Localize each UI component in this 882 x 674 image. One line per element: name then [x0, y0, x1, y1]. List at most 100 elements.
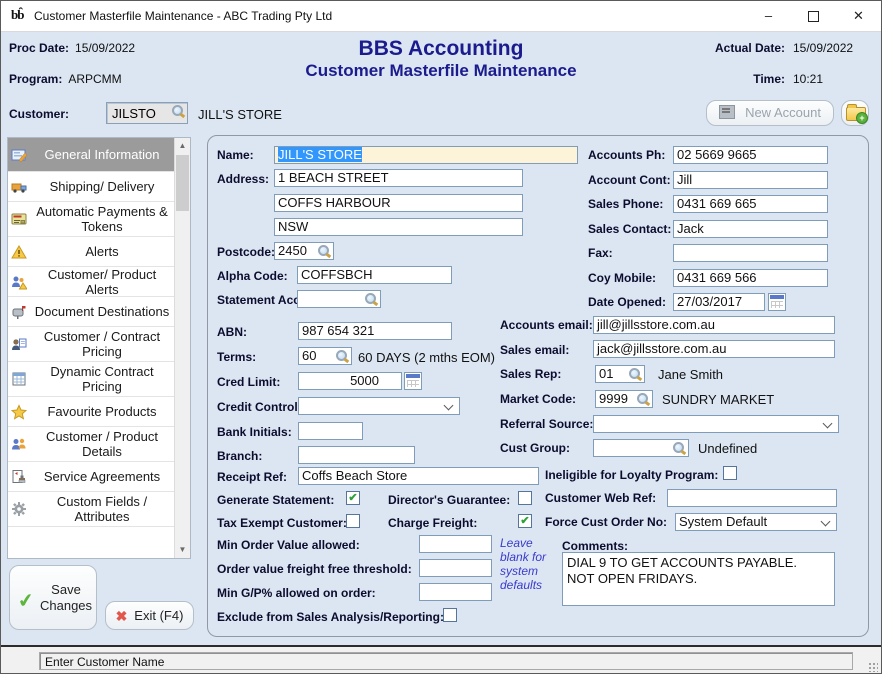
sidebar-item-document-destinations[interactable]: Document Destinations [8, 297, 176, 327]
folder-add-icon [846, 107, 866, 121]
referral-source-label: Referral Source: [500, 417, 593, 431]
new-account-button[interactable]: New Account [706, 100, 834, 126]
statement-acc-search-icon[interactable] [362, 292, 379, 306]
terms-search-icon[interactable] [333, 349, 350, 363]
postcode-search-icon[interactable] [315, 244, 332, 258]
fax-input[interactable] [673, 244, 828, 262]
status-message: Enter Customer Name [39, 652, 853, 670]
sidebar: General Information Shipping/ Delivery A… [7, 137, 191, 559]
sidebar-item-label: Customer / Contract Pricing [30, 329, 174, 359]
form-edit-icon [11, 147, 27, 163]
accounts-ph-input[interactable]: 02 5669 9665 [673, 146, 828, 164]
cust-group-search-icon[interactable] [670, 441, 687, 455]
sidebar-item-general-information[interactable]: General Information [8, 138, 176, 172]
receipt-ref-input[interactable]: Coffs Beach Store [298, 467, 539, 485]
postcode-input[interactable]: 2450 [274, 242, 334, 260]
force-cust-order-value: System Default [679, 514, 767, 529]
save-changes-button[interactable]: ✔ Save Changes [9, 565, 97, 630]
coy-mobile-input[interactable]: 0431 669 566 [673, 269, 828, 287]
ineligible-loyalty-checkbox[interactable] [723, 466, 737, 480]
cred-limit-input[interactable]: 5000 [298, 372, 402, 390]
name-input[interactable]: JILL'S STORE [274, 146, 578, 164]
sales-phone-input[interactable]: 0431 669 665 [673, 195, 828, 213]
account-cont-input[interactable]: Jill [673, 171, 828, 189]
sidebar-scrollbar[interactable]: ▲ ▼ [174, 138, 190, 558]
sidebar-item-label: Document Destinations [35, 304, 169, 319]
truck-icon [11, 179, 27, 195]
document-stamp-icon [11, 469, 27, 485]
min-gp-label: Min G/P% allowed on order: [217, 586, 376, 600]
sidebar-item-favourite-products[interactable]: Favourite Products [8, 397, 176, 427]
scroll-down-icon[interactable]: ▼ [175, 542, 190, 558]
address-line2-input[interactable]: COFFS HARBOUR [274, 194, 523, 212]
terms-input[interactable]: 60 [298, 347, 352, 365]
window-title: Customer Masterfile Maintenance - ABC Tr… [34, 9, 332, 23]
branch-input[interactable] [298, 446, 415, 464]
address-line1-input[interactable]: 1 BEACH STREET [274, 169, 523, 187]
sidebar-item-customer-product-details[interactable]: Customer / Product Details [8, 427, 176, 462]
scroll-up-icon[interactable]: ▲ [175, 138, 190, 154]
market-code-label: Market Code: [500, 392, 576, 406]
force-cust-order-select[interactable]: System Default [675, 513, 837, 531]
statement-acc-input[interactable] [297, 290, 381, 308]
market-code-search-icon[interactable] [634, 392, 651, 406]
sidebar-item-custom-fields[interactable]: Custom Fields / Attributes [8, 492, 176, 527]
cust-group-input[interactable] [593, 439, 689, 457]
exclude-sales-analysis-checkbox[interactable] [443, 608, 457, 622]
sidebar-item-customer-contract-pricing[interactable]: Customer / Contract Pricing [8, 327, 176, 362]
min-gp-input[interactable] [419, 583, 492, 601]
maximize-button[interactable] [791, 1, 836, 31]
comments-textarea[interactable]: DIAL 9 TO GET ACCOUNTS PAYABLE. NOT OPEN… [562, 552, 835, 606]
chevron-down-icon [444, 401, 454, 411]
chevron-down-icon [823, 419, 833, 429]
exit-button[interactable]: ✖Exit (F4) [105, 601, 194, 630]
sales-rep-input[interactable]: 01 [595, 365, 645, 383]
freight-free-threshold-input[interactable] [419, 559, 492, 577]
calculator-icon[interactable] [404, 372, 422, 390]
tax-exempt-checkbox[interactable] [346, 514, 360, 528]
statement-acc-label: Statement Acc: [217, 293, 304, 307]
sidebar-item-automatic-payments[interactable]: Automatic Payments & Tokens [8, 202, 176, 237]
freight-free-threshold-label: Order value freight free threshold: [217, 562, 412, 576]
sales-email-input[interactable]: jack@jillsstore.com.au [593, 340, 835, 358]
sidebar-item-dynamic-contract-pricing[interactable]: Dynamic Contract Pricing [8, 362, 176, 397]
receipt-ref-label: Receipt Ref: [217, 470, 287, 484]
charge-freight-checkbox[interactable]: ✔ [518, 514, 532, 528]
customer-web-ref-input[interactable] [667, 489, 837, 507]
bbs-logo-icon: bb [11, 7, 23, 23]
credit-card-icon [11, 211, 27, 227]
market-code-input[interactable]: 9999 [595, 390, 653, 408]
bank-initials-input[interactable] [298, 422, 363, 440]
credit-control-select[interactable] [298, 397, 460, 415]
accounts-email-input[interactable]: jill@jillsstore.com.au [593, 316, 835, 334]
sales-contact-label: Sales Contact: [588, 222, 671, 236]
generate-statement-checkbox[interactable]: ✔ [346, 491, 360, 505]
sidebar-item-label: Custom Fields / Attributes [30, 494, 174, 524]
date-opened-input[interactable]: 27/03/2017 [673, 293, 765, 311]
alpha-code-input[interactable]: COFFSBCH [297, 266, 452, 284]
sales-contact-input[interactable]: Jack [673, 220, 828, 238]
directors-guarantee-checkbox[interactable] [518, 491, 532, 505]
referral-source-select[interactable] [593, 415, 839, 433]
actual-date-label: Actual Date: [715, 41, 785, 55]
resize-grip[interactable] [868, 662, 878, 672]
calendar-icon[interactable] [768, 293, 786, 311]
sidebar-item-alerts[interactable]: Alerts [8, 237, 176, 267]
sidebar-item-service-agreements[interactable]: Service Agreements [8, 462, 176, 492]
abn-input[interactable]: 987 654 321 [298, 322, 452, 340]
minimize-button[interactable]: – [746, 1, 791, 31]
min-order-value-input[interactable] [419, 535, 492, 553]
terms-description: 60 DAYS (2 mths EOM) [358, 350, 495, 365]
address-line3-input[interactable]: NSW [274, 218, 523, 236]
customer-search-icon[interactable] [169, 104, 186, 118]
close-button[interactable]: ✕ [836, 1, 881, 31]
open-account-folder-button[interactable] [841, 100, 869, 126]
person-document-icon [11, 336, 27, 352]
people-warning-icon [11, 274, 27, 290]
sidebar-item-shipping-delivery[interactable]: Shipping/ Delivery [8, 172, 176, 202]
sidebar-item-label: Automatic Payments & Tokens [30, 204, 174, 234]
scrollbar-thumb[interactable] [176, 155, 189, 211]
sales-rep-search-icon[interactable] [626, 367, 643, 381]
customer-code-input[interactable]: JILSTO [106, 102, 188, 124]
sidebar-item-customer-product-alerts[interactable]: Customer/ Product Alerts [8, 267, 176, 297]
